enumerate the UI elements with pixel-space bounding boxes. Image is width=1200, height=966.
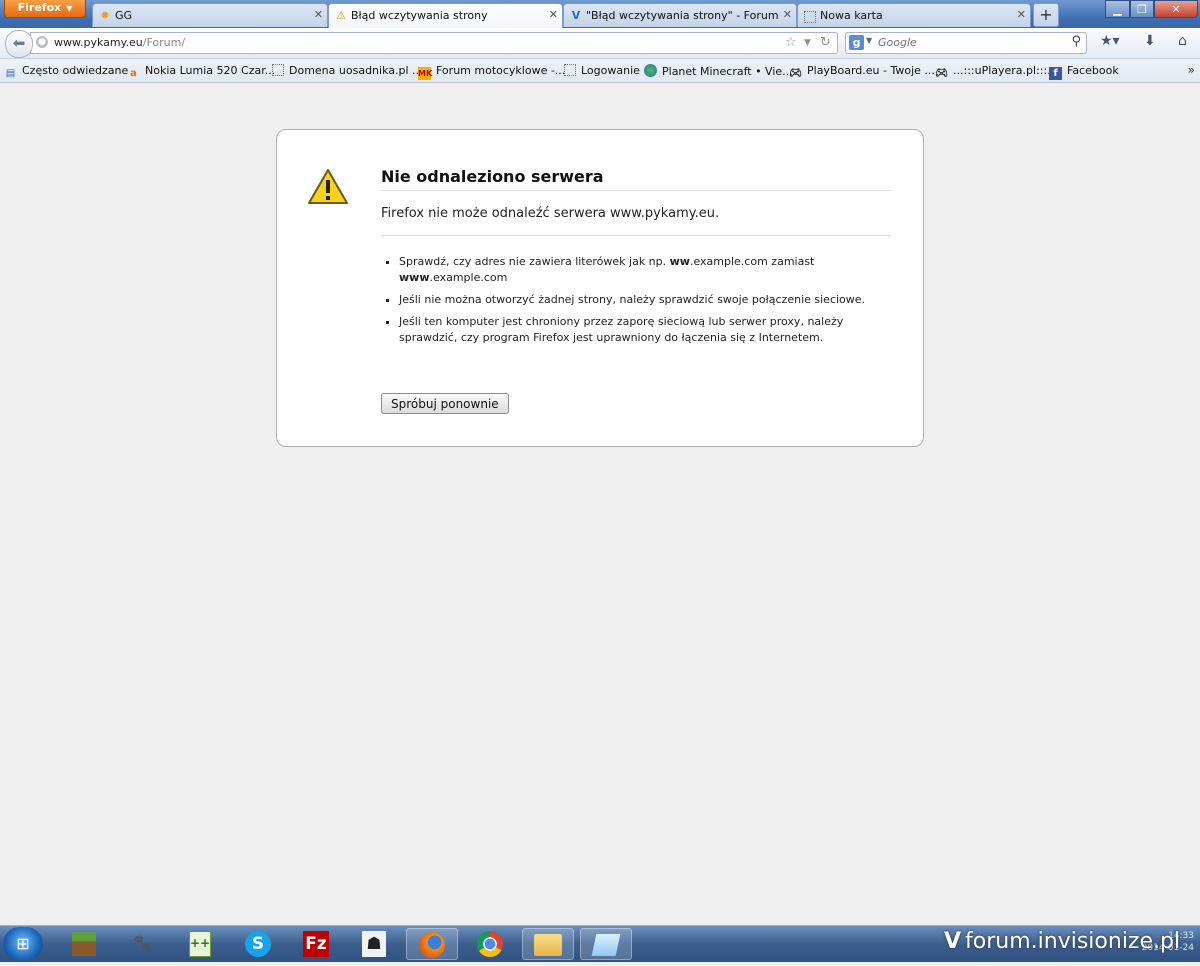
- navigation-bar: ● www.pykamy.eu/Forum/ ☆ ▼ ↻ ⬅ g ▼ ⚲ ★▾ …: [0, 28, 1200, 59]
- google-icon[interactable]: g: [849, 35, 864, 50]
- list-item: Jeśli nie można otworzyć żadnej strony, …: [399, 292, 869, 308]
- back-button[interactable]: ⬅: [5, 30, 33, 58]
- list-item: Sprawdź, czy adres nie zawiera literówek…: [399, 254, 869, 286]
- globe-icon: [644, 64, 657, 77]
- watermark: Vforum.invisionize.pl: [944, 929, 1181, 954]
- bookmark-item[interactable]: Domena uosadnika.pl ...: [272, 64, 423, 77]
- bookmarks-bar: ▤ Często odwiedzane a Nokia Lumia 520 Czar…: [0, 59, 1200, 83]
- invisionize-logo-icon: V: [944, 929, 962, 954]
- explorer-icon[interactable]: [522, 928, 574, 960]
- sun-icon: ✹: [100, 9, 110, 22]
- chrome-icon[interactable]: [464, 928, 516, 960]
- bookmark-item[interactable]: Logowanie: [564, 64, 640, 77]
- new-tab-button[interactable]: +: [1033, 3, 1059, 27]
- bookmarks-menu-icon[interactable]: ★▾: [1100, 33, 1120, 49]
- facebook-icon: f: [1049, 67, 1062, 80]
- search-input[interactable]: [878, 35, 1063, 50]
- bookmark-item[interactable]: 🎮︎ PlayBoard.eu - Twoje ...: [789, 64, 935, 80]
- windows-logo-icon: ⊞: [16, 934, 30, 953]
- tab-forum[interactable]: V "Błąd wczytywania strony" - Forum P...…: [563, 3, 797, 27]
- notepad-plus-icon[interactable]: ++: [174, 928, 226, 960]
- download-icon[interactable]: ⬇: [1144, 33, 1156, 49]
- title-bar: Firefox ▼ ✹ GG ✕ ⚠ Błąd wczytywania stron…: [0, 0, 1200, 28]
- retry-button[interactable]: Spróbuj ponownie: [381, 393, 509, 414]
- bookmark-item[interactable]: ▤ Często odwiedzane: [4, 64, 129, 80]
- blank-page-icon: [804, 11, 816, 23]
- mk-icon: MK: [418, 67, 433, 80]
- chevron-right-icon[interactable]: »: [1188, 63, 1195, 77]
- minecraft-icon[interactable]: [58, 928, 110, 960]
- bookmark-item[interactable]: MK Forum motocyklowe -...: [418, 64, 565, 80]
- close-icon[interactable]: ✕: [783, 8, 792, 21]
- chevron-down-icon: ▼: [66, 4, 73, 13]
- gimp-icon[interactable]: 🐾︎: [116, 928, 168, 960]
- error-container: Nie odnaleziono serwera Firefox nie może…: [276, 129, 924, 447]
- maximize-button[interactable]: ❐: [1130, 0, 1154, 18]
- error-title: Nie odnaleziono serwera: [381, 167, 891, 191]
- list-item: Jeśli ten komputer jest chroniony przez …: [399, 314, 869, 346]
- back-arrow-icon: ⬅: [12, 34, 26, 52]
- gamepad-icon: 🎮︎: [789, 68, 802, 79]
- firefox-menu-button[interactable]: Firefox ▼: [4, 0, 86, 18]
- bookmark-item[interactable]: 🎮︎ ...:::uPlayera.pl:::...: [935, 64, 1058, 80]
- blank-page-icon: [272, 64, 284, 76]
- allegro-icon: a: [130, 68, 137, 79]
- reload-icon[interactable]: ↻: [820, 35, 831, 50]
- firefox-icon[interactable]: [406, 928, 458, 960]
- star-icon[interactable]: ☆: [785, 35, 797, 50]
- url-bar[interactable]: ● www.pykamy.eu/Forum/ ☆ ▼ ↻: [30, 32, 838, 54]
- filezilla-icon[interactable]: Fz: [290, 928, 342, 960]
- tab-error-page[interactable]: ⚠ Błąd wczytywania strony ✕: [328, 3, 563, 28]
- tab-gg[interactable]: ✹ GG ✕: [92, 3, 328, 27]
- blank-page-icon: [564, 64, 576, 76]
- globe-icon: ●: [36, 36, 48, 48]
- minimize-button[interactable]: ▁: [1105, 0, 1130, 18]
- close-icon[interactable]: ✕: [1017, 8, 1026, 21]
- chevron-down-icon[interactable]: ▼: [866, 36, 872, 45]
- skype-icon[interactable]: S: [232, 928, 284, 960]
- close-icon[interactable]: ✕: [549, 8, 558, 21]
- bookmark-item[interactable]: Planet Minecraft • Vie...: [644, 64, 793, 78]
- forum-icon: V: [571, 9, 581, 22]
- warning-icon: ⚠: [336, 9, 346, 22]
- search-bar[interactable]: g ▼ ⚲: [845, 32, 1087, 54]
- start-button[interactable]: ⊞: [3, 927, 43, 961]
- search-icon[interactable]: ⚲: [1071, 34, 1081, 49]
- gamepad-icon: 🎮︎: [935, 68, 948, 79]
- home-icon[interactable]: ⌂: [1178, 33, 1187, 49]
- chevron-down-icon[interactable]: ▼: [804, 38, 811, 48]
- bookmark-item[interactable]: f Facebook: [1049, 64, 1119, 80]
- error-suggestions-list: Sprawdź, czy adres nie zawiera literówek…: [381, 254, 869, 352]
- bookmark-item[interactable]: a Nokia Lumia 520 Czar...: [127, 64, 275, 80]
- error-short-description: Firefox nie może odnaleźć serwera www.py…: [381, 206, 891, 236]
- sticky-notes-icon[interactable]: [580, 928, 632, 960]
- folder-icon: ▤: [5, 68, 16, 79]
- counter-strike-icon[interactable]: ☗: [348, 928, 400, 960]
- warning-icon: [308, 169, 348, 204]
- tab-new[interactable]: Nowa karta ✕: [797, 3, 1031, 27]
- url-text[interactable]: www.pykamy.eu/Forum/: [54, 36, 185, 49]
- close-icon[interactable]: ✕: [314, 8, 323, 21]
- close-window-button[interactable]: ✕: [1154, 0, 1198, 18]
